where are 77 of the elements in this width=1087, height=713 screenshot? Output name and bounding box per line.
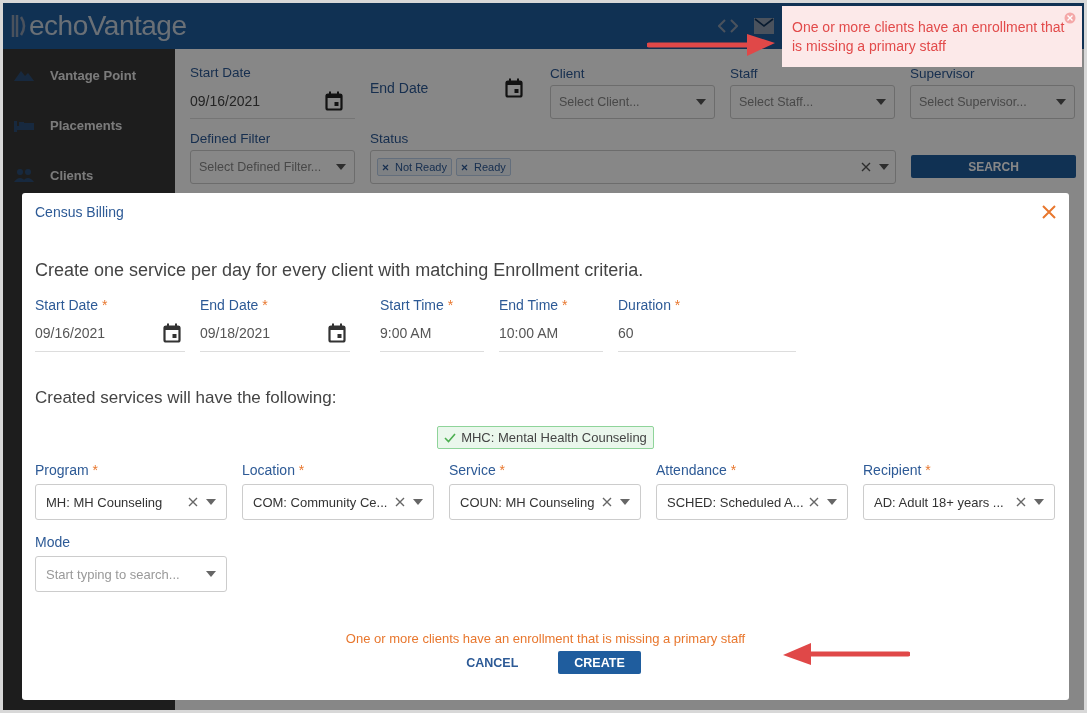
- create-button[interactable]: CREATE: [558, 651, 641, 674]
- status-chip[interactable]: Ready: [456, 158, 511, 176]
- field-label: Recipient *: [863, 462, 932, 480]
- calendar-icon: [163, 323, 181, 343]
- calendar-icon: [505, 78, 523, 98]
- input-field[interactable]: 60: [618, 315, 796, 352]
- date-field[interactable]: End Date: [370, 71, 535, 105]
- logo-icon: [11, 13, 27, 39]
- people-icon: [14, 167, 34, 183]
- dropdown-caret-icon[interactable]: [336, 164, 346, 170]
- field-label: Status: [370, 131, 410, 146]
- status-chip[interactable]: Not Ready: [377, 158, 452, 176]
- sidebar-item[interactable]: Vantage Point: [3, 50, 175, 100]
- dropdown-caret-icon[interactable]: [1034, 499, 1044, 505]
- multi-select-field[interactable]: Not Ready Ready: [370, 150, 896, 184]
- field-label: Attendance *: [656, 462, 738, 480]
- select-field[interactable]: Select Client...: [550, 85, 715, 119]
- clear-icon[interactable]: [861, 162, 871, 172]
- select-field[interactable]: AD: Adult 18+ years ...: [863, 484, 1055, 520]
- input-field[interactable]: 10:00 AM: [499, 315, 603, 352]
- field-label: Location *: [242, 462, 306, 480]
- select-field[interactable]: Start typing to search...: [35, 556, 227, 592]
- service-tag: MHC: Mental Health Counseling: [437, 426, 654, 449]
- dialog-title: Census Billing: [35, 204, 124, 220]
- error-message: One or more clients have an enrollment that is missing a primary staff: [344, 631, 747, 646]
- field-label: Defined Filter: [190, 131, 272, 146]
- calendar-icon: [328, 323, 346, 343]
- logo: echoVantage: [29, 10, 187, 42]
- dropdown-caret-icon[interactable]: [206, 499, 216, 505]
- field-label: Supervisor: [910, 66, 976, 81]
- dropdown-caret-icon[interactable]: [696, 99, 706, 105]
- field-label: Duration *: [618, 297, 682, 315]
- field-label: Mode: [35, 534, 72, 552]
- field-label: Start Date: [190, 65, 252, 80]
- field-label: Staff: [730, 66, 759, 81]
- clear-icon[interactable]: [188, 497, 198, 507]
- field-label: Start Time *: [380, 297, 455, 315]
- clear-icon[interactable]: [809, 497, 819, 507]
- clear-icon[interactable]: [1016, 497, 1026, 507]
- field-label: Service *: [449, 462, 507, 480]
- field-label: End Date *: [200, 297, 269, 315]
- select-field[interactable]: Select Defined Filter...: [190, 150, 355, 184]
- sidebar-item[interactable]: Clients: [3, 150, 175, 200]
- field-label: End Time *: [499, 297, 569, 315]
- dropdown-caret-icon[interactable]: [620, 499, 630, 505]
- calendar-icon: [325, 91, 343, 111]
- select-field[interactable]: Select Staff...: [730, 85, 895, 119]
- dropdown-caret-icon[interactable]: [827, 499, 837, 505]
- select-field[interactable]: Select Supervisor...: [910, 85, 1075, 119]
- input-field[interactable]: 9:00 AM: [380, 315, 484, 352]
- select-field[interactable]: MH: MH Counseling: [35, 484, 227, 520]
- dropdown-caret-icon[interactable]: [876, 99, 886, 105]
- date-field[interactable]: 09/16/2021: [35, 315, 185, 352]
- search-button[interactable]: SEARCH: [911, 155, 1076, 178]
- section-heading: Created services will have the following:: [35, 388, 338, 408]
- clear-icon[interactable]: [602, 497, 612, 507]
- instruction-text: Create one service per day for every client with matching Enrollment criteria.: [35, 260, 645, 281]
- date-field[interactable]: 09/18/2021: [200, 315, 350, 352]
- toast-message: One or more clients have an enrollment that is missing a primary staff: [792, 18, 1066, 56]
- select-field[interactable]: COM: Community Ce...: [242, 484, 434, 520]
- dropdown-caret-icon[interactable]: [879, 164, 889, 170]
- cancel-button[interactable]: CANCEL: [450, 651, 535, 674]
- check-icon: [444, 432, 457, 443]
- remove-icon: [382, 163, 389, 171]
- date-field[interactable]: 09/16/2021: [190, 84, 355, 119]
- close-icon[interactable]: [1042, 205, 1056, 219]
- clear-icon[interactable]: [395, 497, 405, 507]
- field-label: Start Date *: [35, 297, 109, 315]
- field-label: Client: [550, 66, 586, 81]
- dropdown-caret-icon[interactable]: [206, 571, 216, 577]
- select-field[interactable]: SCHED: Scheduled A...: [656, 484, 848, 520]
- field-label: Program *: [35, 462, 100, 480]
- sidebar-item[interactable]: Placements: [3, 100, 175, 150]
- select-field[interactable]: COUN: MH Counseling: [449, 484, 641, 520]
- remove-icon: [461, 163, 468, 171]
- dropdown-caret-icon[interactable]: [1056, 99, 1066, 105]
- dropdown-caret-icon[interactable]: [413, 499, 423, 505]
